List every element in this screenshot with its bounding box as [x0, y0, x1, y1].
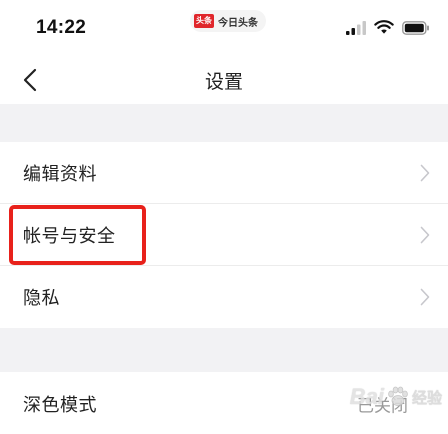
app-badge-label: 今日头条	[218, 17, 258, 29]
settings-item-privacy[interactable]: 隐私	[0, 266, 448, 328]
settings-item-label: 深色模式	[23, 395, 97, 416]
settings-item-label: 隐私	[23, 288, 60, 309]
watermark-subtext: 经验	[411, 388, 442, 407]
status-bar: 14:22 头条 今日头条	[0, 0, 448, 56]
chevron-right-icon	[420, 226, 430, 243]
cellular-signal-icon	[346, 20, 366, 35]
app-logo: 头条	[194, 14, 214, 28]
settings-item-account-security[interactable]: 帐号与安全	[0, 204, 448, 266]
watermark-text: Bai	[349, 384, 384, 409]
section-gap	[0, 328, 448, 372]
settings-item-edit-profile[interactable]: 编辑资料	[0, 142, 448, 204]
battery-icon	[402, 20, 429, 35]
status-time: 14:22	[36, 17, 87, 38]
watermark-logo: Bai 经验	[350, 384, 442, 410]
chevron-right-icon	[420, 288, 430, 306]
chevron-right-icon	[420, 164, 430, 181]
paw-icon	[388, 386, 408, 406]
section-gap	[0, 104, 448, 142]
app-badge: 头条 今日头条	[190, 10, 266, 32]
settings-item-label: 编辑资料	[23, 163, 97, 185]
wifi-icon	[374, 20, 394, 34]
nav-bar: 设置	[0, 56, 448, 104]
page-title: 设置	[204, 71, 243, 93]
status-icons	[346, 20, 430, 35]
settings-item-label: 帐号与安全	[23, 225, 116, 247]
